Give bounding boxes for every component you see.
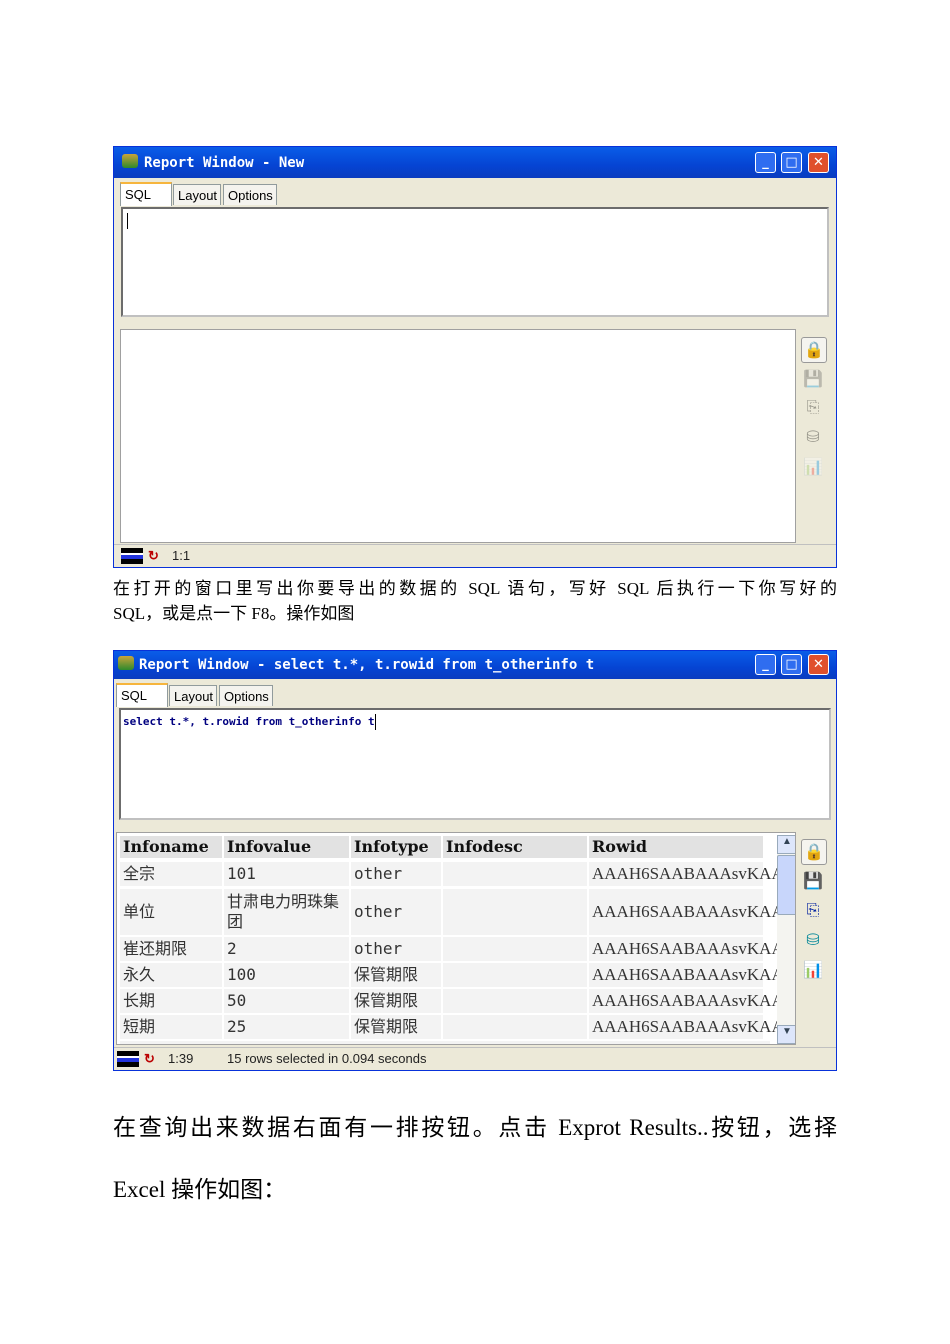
table-cell: 崔还期限	[120, 937, 222, 961]
table-cell: 25	[224, 1015, 349, 1039]
table-cell	[443, 963, 587, 987]
table-cell: other	[351, 889, 441, 935]
sql-editor[interactable]	[121, 207, 829, 317]
text-caret	[374, 714, 376, 730]
lock-icon[interactable]: 🔒	[801, 839, 827, 865]
copy-icon[interactable]: ⎘	[801, 395, 825, 419]
caption-1-line-1: 在打开的窗口里写出你要导出的数据的 SQL 语句，写好 SQL 后执行一下你写好…	[113, 579, 837, 598]
tab-options[interactable]: Options	[219, 685, 273, 706]
status-message: 15 rows selected in 0.094 seconds	[227, 1051, 427, 1066]
results-toolbar: 🔒 💾 ⎘ ⛁ 📊	[796, 832, 834, 1045]
table-cell: 长期	[120, 989, 222, 1013]
caption-2-line-2: Excel 操作如图：	[113, 1177, 287, 1202]
tab-sql[interactable]: SQL	[120, 182, 172, 206]
maximize-button[interactable]: □	[781, 654, 802, 675]
scroll-down-button[interactable]: ▼	[777, 1025, 795, 1044]
caption-1-line-2: SQL，或是点一下 F8。操作如图	[113, 604, 355, 623]
table-cell: AAAH6SAABAAAsvKAAE	[589, 989, 794, 1013]
save-icon[interactable]: 💾	[801, 869, 825, 893]
title-bar: Report Window - select t.*, t.rowid from…	[114, 651, 836, 679]
table-cell: 保管期限	[351, 1015, 441, 1039]
column-header-rowid: Rowid	[589, 836, 763, 858]
caption-2: 在查询出来数据右面有一排按钮。点击 Exprot Results..按钮，选择 …	[113, 1112, 837, 1206]
tab-options[interactable]: Options	[223, 184, 277, 205]
window-title: Report Window - select t.*, t.rowid from…	[139, 657, 595, 673]
table-cell: AAAH6SAABAAAsvKAAD	[589, 963, 795, 987]
table-cell: other	[351, 862, 441, 886]
table-cell: AAAH6SAABAAAsvKAAA	[589, 862, 795, 886]
chart-icon[interactable]: 📊	[801, 455, 825, 479]
table-cell: AAAH6SAABAAAsvKAAF	[589, 1015, 793, 1039]
app-icon	[118, 656, 134, 670]
sql-text: select t.*, t.rowid from t_otherinfo t	[123, 715, 375, 728]
text-caret	[127, 213, 128, 229]
results-grid[interactable]: Infoname Infovalue Infotype Infodesc Rowid 全宗…	[116, 832, 796, 1045]
refresh-icon[interactable]: ↻	[148, 548, 159, 564]
vertical-scrollbar[interactable]: ▲ ▼	[777, 835, 795, 1044]
table-cell: 全宗	[120, 862, 222, 886]
report-window-new: Report Window - New _ □ ✕ SQL Layout Opt…	[113, 146, 837, 568]
table-cell	[443, 1015, 587, 1039]
minimize-button[interactable]: _	[755, 152, 776, 173]
maximize-button[interactable]: □	[781, 152, 802, 173]
cursor-position: 1:39	[168, 1051, 194, 1066]
partial-row	[120, 1041, 770, 1044]
column-header-infotype: Infotype	[351, 836, 441, 858]
chart-icon[interactable]: 📊	[801, 958, 825, 982]
scroll-thumb[interactable]	[777, 855, 795, 915]
column-header-infovalue: Infovalue	[224, 836, 349, 858]
caption-2-line-1: 在查询出来数据右面有一排按钮。点击 Exprot Results..按钮，选择	[113, 1115, 837, 1140]
save-icon[interactable]: 💾	[801, 367, 825, 391]
column-header-infodesc: Infodesc	[443, 836, 587, 858]
cursor-position: 1:1	[172, 548, 191, 563]
app-icon	[122, 154, 138, 168]
table-cell: 保管期限	[351, 989, 441, 1013]
export-results-icon[interactable]: ⛁	[801, 928, 825, 952]
table-cell: 101	[224, 862, 349, 886]
close-button[interactable]: ✕	[808, 654, 829, 675]
tab-layout[interactable]: Layout	[169, 685, 217, 706]
table-cell: 50	[224, 989, 349, 1013]
status-bar: ↻ 1:39 15 rows selected in 0.094 seconds	[114, 1047, 836, 1070]
window-title: Report Window - New	[144, 155, 305, 171]
results-toolbar: 🔒 💾 ⎘ ⛁ 📊	[796, 329, 834, 543]
table-cell	[443, 989, 587, 1013]
results-grid[interactable]	[120, 329, 796, 543]
table-cell: 2	[224, 937, 349, 961]
table-cell	[443, 937, 587, 961]
tab-layout[interactable]: Layout	[173, 184, 221, 205]
export-results-icon[interactable]: ⛁	[801, 425, 825, 449]
flag-icon	[117, 1051, 139, 1067]
report-window-query: Report Window - select t.*, t.rowid from…	[113, 650, 837, 1071]
table-cell	[443, 889, 587, 935]
status-bar: ↻ 1:1	[114, 544, 836, 567]
tab-sql[interactable]: SQL	[116, 683, 168, 707]
table-cell: 保管期限	[351, 963, 441, 987]
flag-icon	[121, 548, 143, 564]
minimize-button[interactable]: _	[755, 654, 776, 675]
table-cell: other	[351, 937, 441, 961]
copy-icon[interactable]: ⎘	[801, 898, 825, 922]
table-cell: AAAH6SAABAAAsvKAAB	[589, 889, 795, 935]
table-cell	[443, 862, 587, 886]
title-bar: Report Window - New _ □ ✕	[114, 147, 836, 178]
refresh-icon[interactable]: ↻	[144, 1051, 155, 1067]
close-button[interactable]: ✕	[808, 152, 829, 173]
table-cell: 永久	[120, 963, 222, 987]
lock-icon[interactable]: 🔒	[801, 337, 827, 363]
table-cell: 100	[224, 963, 349, 987]
table-cell: AAAH6SAABAAAsvKAAC	[589, 937, 795, 961]
caption-1: 在打开的窗口里写出你要导出的数据的 SQL 语句，写好 SQL 后执行一下你写好…	[113, 576, 837, 626]
table-cell: 单位	[120, 889, 222, 935]
table-cell: 短期	[120, 1015, 222, 1039]
column-header-infoname: Infoname	[120, 836, 222, 858]
document-page: Report Window - New _ □ ✕ SQL Layout Opt…	[0, 0, 950, 1344]
sql-editor[interactable]: select t.*, t.rowid from t_otherinfo t	[119, 708, 831, 820]
scroll-up-button[interactable]: ▲	[777, 835, 795, 854]
table-cell: 甘肃电力明珠集团	[224, 889, 349, 935]
